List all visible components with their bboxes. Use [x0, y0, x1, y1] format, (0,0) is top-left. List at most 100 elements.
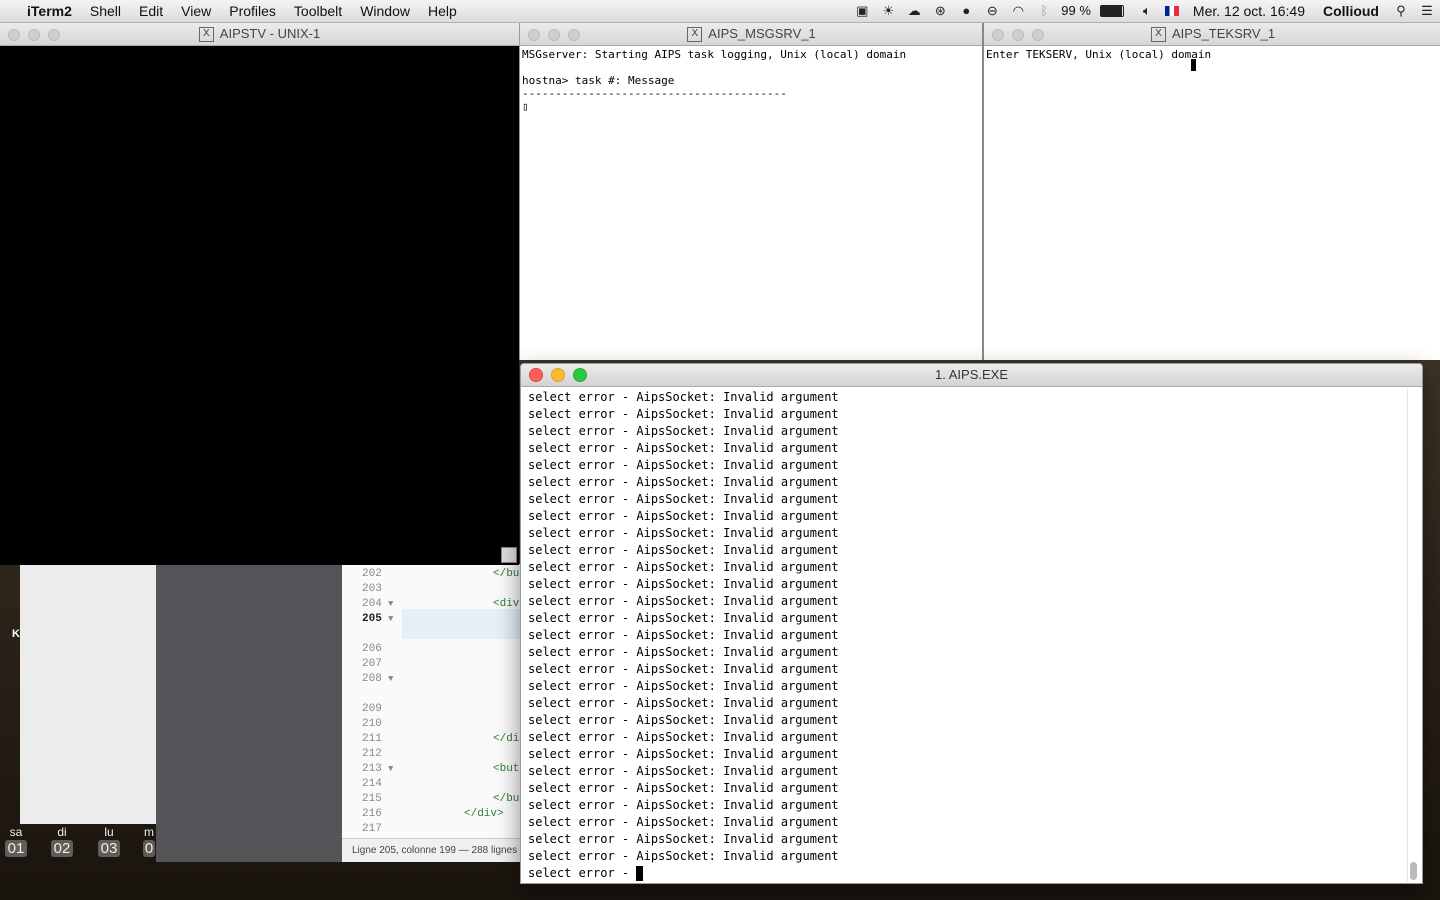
terminal-line: select error - AipsSocket: Invalid argum…	[528, 832, 839, 846]
close-button[interactable]	[528, 29, 540, 41]
terminal-line: select error - AipsSocket: Invalid argum…	[528, 645, 839, 659]
line-number: 203	[362, 583, 382, 595]
terminal-line: select error - AipsSocket: Invalid argum…	[528, 747, 839, 761]
terminal-line: select error - AipsSocket: Invalid argum…	[528, 509, 839, 523]
msgsrv-line	[522, 61, 981, 74]
day-name: lu	[104, 825, 114, 839]
msgsrv-line: ▯	[522, 100, 529, 113]
menu-window[interactable]: Window	[351, 0, 419, 22]
battery-icon[interactable]	[1099, 5, 1124, 17]
wifi-icon[interactable]: ◠	[1010, 4, 1026, 18]
minimize-button[interactable]	[551, 368, 565, 382]
notification-center-icon[interactable]: ☰	[1419, 4, 1435, 18]
status-app-icon[interactable]: ▣	[854, 4, 870, 18]
line-number: 214	[362, 778, 382, 790]
terminal-line: select error - AipsSocket: Invalid argum…	[528, 815, 839, 829]
day-number: 01	[5, 840, 27, 857]
line-number: 211	[362, 733, 382, 745]
iterm-titlebar[interactable]: 1. AIPS.EXE	[521, 364, 1422, 387]
menu-help[interactable]: Help	[419, 0, 466, 22]
line-number: 205	[362, 613, 382, 625]
aipstv-window[interactable]: X AIPSTV - UNIX-1	[0, 23, 519, 565]
line-number: 213	[362, 763, 382, 775]
spotlight-icon[interactable]: ⚲	[1393, 4, 1409, 18]
menu-view[interactable]: View	[172, 0, 220, 22]
calendar-day[interactable]: lu 03	[98, 825, 120, 857]
msgsrv-output[interactable]: MSGserver: Starting AIPS task logging, U…	[520, 46, 983, 115]
terminal-line: select error - AipsSocket: Invalid argum…	[528, 407, 839, 421]
terminal-cursor	[636, 866, 644, 881]
zoom-button[interactable]	[568, 29, 580, 41]
iterm-window[interactable]: 1. AIPS.EXE select error - AipsSocket: I…	[520, 363, 1423, 884]
teksrv-window[interactable]: X AIPS_TEKSRV_1 Enter TEKSERV, Unix (loca…	[982, 23, 1440, 360]
menu-profiles[interactable]: Profiles	[220, 0, 285, 22]
terminal-line: select error - AipsSocket: Invalid argum…	[528, 543, 839, 557]
line-number: 210	[362, 718, 382, 730]
calendar-day[interactable]: m 0	[143, 825, 155, 857]
code-text: </di	[493, 733, 520, 745]
x11-icon: X	[687, 27, 703, 43]
fold-triangle-icon[interactable]: ▼	[388, 599, 393, 609]
terminal-line: select error - AipsSocket: Invalid argum…	[528, 458, 839, 472]
minimize-button[interactable]	[28, 29, 40, 41]
x11-icon: X	[198, 27, 214, 43]
dot-icon[interactable]: ●	[958, 4, 974, 18]
minimize-button[interactable]	[1012, 29, 1024, 41]
day-name: di	[57, 825, 67, 839]
scrollbar-thumb[interactable]	[1410, 862, 1417, 880]
msgsrv-titlebar[interactable]: X AIPS_MSGSRV_1	[520, 23, 983, 46]
fold-triangle-icon[interactable]: ▼	[388, 614, 393, 624]
msgsrv-line: ----------------------------------------	[522, 87, 787, 100]
menu-edit[interactable]: Edit	[130, 0, 172, 22]
battery-percent[interactable]: 99 %	[1057, 0, 1095, 22]
editor-status: Ligne 205, colonne 199 — 288 lignes	[342, 838, 522, 862]
menu-toolbelt[interactable]: Toolbelt	[285, 0, 351, 22]
terminal-prompt-line: select error -	[528, 865, 839, 882]
app-menu[interactable]: iTerm2	[18, 0, 81, 22]
fold-triangle-icon[interactable]: ▼	[388, 764, 393, 774]
clock[interactable]: Mer. 12 oct. 16:49	[1184, 0, 1314, 22]
zoom-button[interactable]	[48, 29, 60, 41]
close-button[interactable]	[529, 368, 543, 382]
time-machine-icon[interactable]: ⊖	[984, 4, 1000, 18]
zoom-button[interactable]	[1032, 29, 1044, 41]
resize-grip-icon[interactable]	[501, 547, 517, 563]
cloud-icon[interactable]: ☁	[906, 4, 922, 18]
day-name: sa	[9, 825, 23, 839]
msgsrv-window[interactable]: X AIPS_MSGSRV_1 MSGserver: Starting AIPS …	[519, 23, 983, 360]
x11-icon: X	[1150, 27, 1166, 43]
terminal-line: select error - AipsSocket: Invalid argum…	[528, 526, 839, 540]
menu-shell[interactable]: Shell	[81, 0, 130, 22]
close-button[interactable]	[992, 29, 1004, 41]
scrollbar[interactable]	[1407, 388, 1418, 882]
line-number: 212	[362, 748, 382, 760]
user-name[interactable]: Collioud	[1314, 0, 1388, 22]
close-button[interactable]	[8, 29, 20, 41]
terminal-line: select error - AipsSocket: Invalid argum…	[528, 781, 839, 795]
bluetooth-icon[interactable]: ᛒ	[1036, 4, 1052, 18]
zoom-button[interactable]	[573, 368, 587, 382]
teksrv-output[interactable]: Enter TEKSERV, Unix (local) domain	[984, 46, 1440, 63]
calendar-day[interactable]: di 02	[51, 825, 73, 857]
minimize-button[interactable]	[548, 29, 560, 41]
teksrv-titlebar[interactable]: X AIPS_TEKSRV_1	[984, 23, 1440, 46]
terminal-line: select error - AipsSocket: Invalid argum…	[528, 662, 839, 676]
terminal-line: select error - AipsSocket: Invalid argum…	[528, 611, 839, 625]
line-number: 209	[362, 703, 382, 715]
fold-triangle-icon[interactable]: ▼	[388, 674, 393, 684]
flag-fr-icon[interactable]	[1164, 6, 1179, 16]
calendar-day[interactable]: sa 01	[5, 825, 27, 857]
code-editor[interactable]: 202 </bu 203 204 ▼ <div 205 ▼ 206 207 208 ▼ 209 210 21…	[342, 564, 522, 862]
sync-icon[interactable]: ⊛	[932, 4, 948, 18]
line-number: 217	[362, 823, 382, 835]
code-text: <but	[493, 763, 520, 775]
terminal-output[interactable]: select error - AipsSocket: Invalid argum…	[528, 389, 839, 882]
menu-bar: iTerm2 Shell Edit View Profiles Toolbelt…	[0, 0, 1440, 23]
volume-icon[interactable]: 🔈︎	[1139, 4, 1155, 18]
calendar-panel	[20, 564, 156, 824]
terminal-line: select error - AipsSocket: Invalid argum…	[528, 424, 839, 438]
terminal-line: select error - AipsSocket: Invalid argum…	[528, 594, 839, 608]
brightness-icon[interactable]: ☀	[880, 4, 896, 18]
aipstv-titlebar[interactable]: X AIPSTV - UNIX-1	[0, 23, 519, 46]
current-line-highlight	[402, 609, 522, 639]
